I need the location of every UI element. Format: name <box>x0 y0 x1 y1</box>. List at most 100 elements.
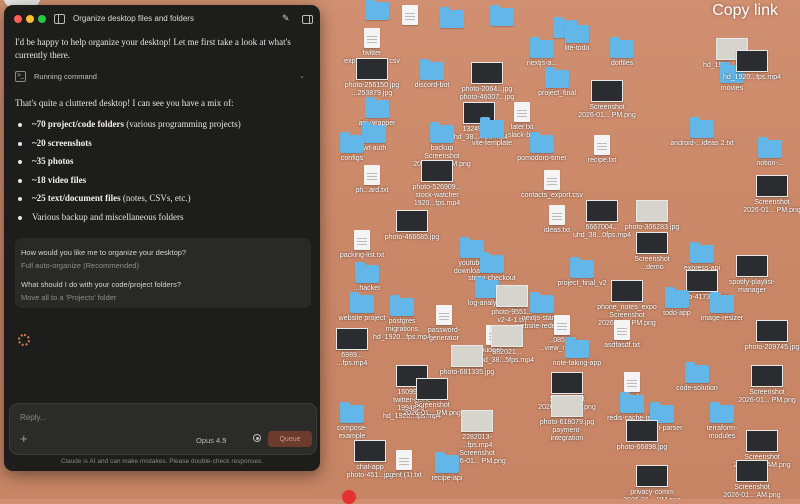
desktop-icon[interactable]: dotfiles <box>590 37 654 68</box>
desktop-icon-label: Screenshot 2026-01... PM.png <box>578 104 636 119</box>
desktop-icon[interactable]: ...hacker <box>335 262 399 293</box>
brush-icon[interactable]: ✎ <box>282 13 290 24</box>
maximize-window-button[interactable] <box>38 15 46 23</box>
desktop-icon[interactable]: notion-... <box>738 137 800 168</box>
desktop-icon[interactable]: stripe-checkout <box>460 252 524 283</box>
desktop-icon[interactable]: configs <box>320 132 384 163</box>
desktop-icon-label: vite-template <box>471 140 513 147</box>
desktop-icon-label: Screenshot ...demo <box>634 256 670 271</box>
desktop-icon[interactable]: api-wrapper <box>345 97 409 128</box>
desktop-icon-label: project_final <box>538 90 576 97</box>
desktop-icon[interactable]: image-resizer <box>690 292 754 323</box>
desktop-icon[interactable]: photo-2064...jpg photo-46007...jpg <box>455 62 519 102</box>
thumbnail-icon <box>686 270 718 292</box>
tool-call-row[interactable]: >_ Running command ⌄ <box>15 69 311 83</box>
close-window-button[interactable] <box>14 15 22 23</box>
chevron-down-icon[interactable]: ⌄ <box>299 70 305 83</box>
desktop-icon[interactable]: hd_1920...fps.mp4 <box>720 50 784 82</box>
plus-icon[interactable]: + <box>20 431 28 446</box>
desktop-icon[interactable]: recipe.txt <box>570 135 634 165</box>
folder-icon <box>490 5 514 26</box>
list-item: ~25 text/document files (notes, CSVs, et… <box>15 192 241 211</box>
desktop-icon[interactable]: photo-66898.jpg <box>610 420 674 452</box>
desktop-icon[interactable]: pomodoro-timer <box>510 132 574 163</box>
desktop-icon-label: photo-526909... stock-watcher 1920...fps… <box>412 184 462 207</box>
folder-icon <box>545 67 569 88</box>
thumbnail-icon <box>636 232 668 254</box>
folder-icon <box>710 292 734 313</box>
folder-icon <box>430 122 454 143</box>
desktop-icon[interactable]: note-taking-app <box>545 337 609 368</box>
desktop-icon[interactable]: code-solution <box>665 362 729 393</box>
desktop-icon[interactable]: Screenshot 2026-01... PM.png <box>740 175 800 215</box>
panel-toggle-icon[interactable] <box>302 15 313 24</box>
title-bar: Organize desktop files and folders ✎ <box>4 5 320 33</box>
desktop-icon[interactable]: 6989... ...fps.mp4 <box>320 328 384 368</box>
desktop-icon[interactable]: Screenshot 2026-01... PM.png <box>735 365 799 405</box>
desktop-icon-label: ph...ard.txt <box>355 187 389 194</box>
folder-icon <box>565 22 589 43</box>
desktop-icon-label: android-...ideas 2.txt <box>670 140 734 147</box>
folder-icon <box>420 59 444 80</box>
thumbnail-icon <box>491 325 523 347</box>
desktop-icon-label: recipe.txt <box>587 157 617 164</box>
reply-input[interactable] <box>18 409 282 425</box>
desktop-icon[interactable]: compose- example <box>320 402 384 441</box>
thumbnail-icon <box>746 430 778 452</box>
desktop-icon[interactable]: ph...ard.txt <box>340 165 404 195</box>
folder-icon <box>440 7 464 28</box>
desktop-icon[interactable]: Screenshot 2026-01... PM.png <box>575 80 639 120</box>
list-item: ~35 photos <box>15 155 241 174</box>
thumbnail-icon <box>396 210 428 232</box>
desktop-icon[interactable]: ideas.txt <box>525 205 589 235</box>
tool-call-label: Running command <box>34 71 97 81</box>
desktop-icon-label: lite-todo <box>564 45 590 52</box>
desktop-icon-label: image-resizer <box>700 315 744 322</box>
document-icon <box>436 305 452 325</box>
copy-link-text[interactable]: Copy link <box>712 2 778 20</box>
desktop-icon[interactable]: android-...ideas 2.txt <box>670 117 734 148</box>
folder-icon <box>685 362 709 383</box>
desktop-icon[interactable]: photo-526909... stock-watcher 1920...fps… <box>405 160 469 208</box>
desktop-icon[interactable]: photo-209745.jpg <box>740 320 800 352</box>
desktop-icon[interactable]: recipe-api <box>415 452 479 483</box>
desktop-icon[interactable]: photo-681335.jpg <box>435 345 499 377</box>
question-answers-card: How would you like me to organize your d… <box>15 238 311 308</box>
queue-button[interactable]: Queue <box>268 431 312 447</box>
thumbnail-icon <box>736 255 768 277</box>
desktop-icon[interactable]: privacy-comm 2026-01... PM.png <box>620 465 684 499</box>
document-icon <box>624 372 640 392</box>
desktop-icon[interactable]: photo-256150.jpg ...253879.jpg <box>340 58 404 98</box>
folder-icon <box>530 292 554 313</box>
desktop-icon[interactable] <box>470 5 534 28</box>
assistant-intro-text: I'd be happy to help organize your deskt… <box>15 37 291 60</box>
minimize-window-button[interactable] <box>26 15 34 23</box>
document-icon <box>364 28 380 48</box>
thumbnail-icon <box>471 62 503 84</box>
desktop-icon-label: asdfasdf.txt <box>604 342 640 349</box>
thumbnail-icon <box>551 372 583 394</box>
folder-icon <box>355 262 379 283</box>
desktop-icon[interactable]: photo-618079.jpg payment- integration <box>535 395 599 443</box>
folder-icon <box>390 295 414 316</box>
folder-icon <box>610 37 634 58</box>
desktop-icon[interactable]: photo-306283.jpg <box>620 200 684 232</box>
desktop-icon-label: Screenshot 2026-01... AM.png <box>723 484 781 499</box>
desktop-icon-label: password- generator <box>427 327 461 342</box>
desktop-icon[interactable]: contacts_export.csv <box>520 170 584 200</box>
thumbnail-icon <box>416 378 448 400</box>
thumbnail-icon <box>756 320 788 342</box>
record-indicator <box>342 490 356 504</box>
chevron-down-icon[interactable]: ⌄ <box>222 435 228 443</box>
desktop-icon-label: ideas.txt <box>543 227 571 234</box>
desktop-icon-label: privacy-comm 2026-01... PM.png <box>623 489 681 499</box>
sidebar-toggle-icon[interactable] <box>54 14 65 24</box>
desktop-icon-label: photo-306283.jpg <box>624 224 680 231</box>
window-title: Organize desktop files and folders <box>73 14 194 23</box>
question-text: What should I do with your code/project … <box>21 280 182 289</box>
desktop-icon-label: photo-2064...jpg photo-46007...jpg <box>459 86 515 101</box>
desktop-icon[interactable]: packing-list.txt <box>330 230 394 260</box>
research-toggle-icon[interactable] <box>253 434 261 442</box>
thumbnail-icon <box>736 50 768 72</box>
desktop-icon[interactable]: Screenshot 2026-01... AM.png <box>720 460 784 499</box>
